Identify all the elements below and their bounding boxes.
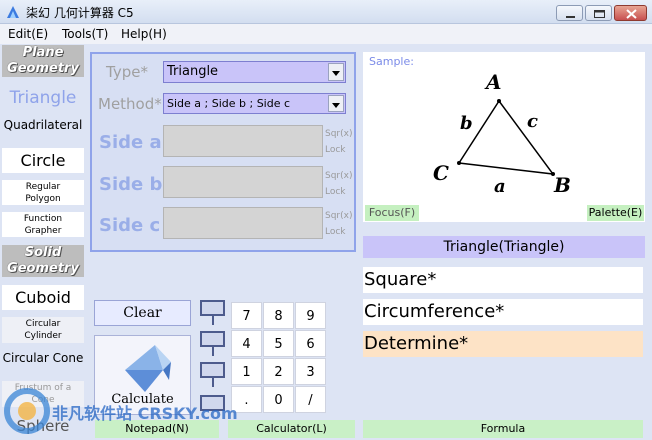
vertex-a-label: A [484,70,502,94]
calculate-button[interactable]: Calculate [94,335,191,415]
triangle-shape [457,99,555,175]
palette-button[interactable]: Palette(E) [587,205,644,221]
sidebar-item-regular-polygon[interactable]: Regular Polygon [2,180,84,205]
calculate-label: Calculate [111,392,174,407]
side-c-sqr-toggle[interactable]: Sqr(x) [325,208,352,224]
key-5[interactable]: 5 [263,330,294,357]
type-select[interactable]: Triangle [163,61,346,83]
chain-step-4[interactable] [200,395,225,411]
side-c-input[interactable] [163,207,323,239]
side-b-sqr-toggle[interactable]: Sqr(x) [325,168,352,184]
key-divide[interactable]: / [295,386,326,413]
vertex-c-label: C [433,161,449,185]
key-3[interactable]: 3 [295,358,326,385]
chevron-down-icon [328,95,344,112]
sidebar-item-sphere[interactable]: Sphere [2,414,84,438]
formula-button[interactable]: Formula [363,420,643,438]
key-4[interactable]: 4 [231,330,262,357]
sidebar-item-quadrilateral[interactable]: Quadrilateral [2,113,84,137]
method-select[interactable]: Side a ; Side b ; Side c [163,93,346,114]
sidebar-item-triangle[interactable]: Triangle [2,85,84,111]
menu-edit[interactable]: Edit(E) [8,27,48,41]
key-8[interactable]: 8 [263,302,294,329]
side-a-lock-toggle[interactable]: Lock [325,142,346,158]
key-1[interactable]: 1 [231,358,262,385]
side-a-sqr-toggle[interactable]: Sqr(x) [325,126,352,142]
minimize-button[interactable] [556,5,583,21]
chain-step-1[interactable] [200,300,225,316]
sidebar-item-frustum[interactable]: Frustum of a Cone [2,381,84,407]
side-b-label: Side b [99,174,163,195]
clear-button[interactable]: Clear [94,300,191,326]
result-circumference[interactable]: Circumference* [363,299,643,325]
key-9[interactable]: 9 [295,302,326,329]
side-b-lock-toggle[interactable]: Lock [325,184,346,200]
menu-tools[interactable]: Tools(T) [62,27,108,41]
calculator-button[interactable]: Calculator(L) [228,420,355,438]
app-logo-icon [7,6,19,18]
sidebar-item-circular-cylinder[interactable]: Circular Cylinder [2,317,84,343]
close-button[interactable] [614,5,647,21]
maximize-button[interactable] [585,5,612,21]
solid-geometry-header: Solid Geometry [2,245,84,277]
side-a-input[interactable] [163,125,323,157]
focus-button[interactable]: Focus(F) [365,205,419,221]
key-7[interactable]: 7 [231,302,262,329]
chain-step-2[interactable] [200,331,225,347]
notepad-button[interactable]: Notepad(N) [95,420,219,438]
key-decimal[interactable]: . [231,386,262,413]
result-square[interactable]: Square* [363,267,643,293]
menu-help[interactable]: Help(H) [121,27,167,41]
calculate-logo-icon [125,345,171,392]
side-c-lock-toggle[interactable]: Lock [325,224,346,240]
side-a-label: Side a [99,132,162,153]
plane-geometry-header: Plane Geometry [2,45,84,77]
side-c-label: Side c [99,215,161,236]
vertex-b-label: B [553,173,571,197]
side-b-symbol: b [460,113,473,134]
shape-title: Triangle(Triangle) [363,236,645,258]
method-label: Method* [98,95,162,113]
sidebar-item-cuboid[interactable]: Cuboid [2,285,84,310]
triangle-sample-diagram: A C B b c a [433,70,571,197]
sidebar-item-circular-cone[interactable]: Circular Cone [2,345,84,371]
side-b-input[interactable] [163,166,323,198]
chain-link [212,378,214,387]
key-6[interactable]: 6 [295,330,326,357]
chain-link [212,316,214,325]
chevron-down-icon [328,63,344,81]
chain-link [212,347,214,356]
key-2[interactable]: 2 [263,358,294,385]
side-c-symbol: c [527,111,538,132]
key-0[interactable]: 0 [263,386,294,413]
type-label: Type* [106,63,148,81]
result-determine[interactable]: Determine* [363,331,643,357]
sidebar-item-circle[interactable]: Circle [2,148,84,173]
side-a-symbol: a [494,176,506,197]
chain-step-3[interactable] [200,362,225,378]
sidebar-item-function-grapher[interactable]: Function Grapher [2,212,84,237]
window-title: 柒幻 几何计算器 C5 [26,6,134,20]
